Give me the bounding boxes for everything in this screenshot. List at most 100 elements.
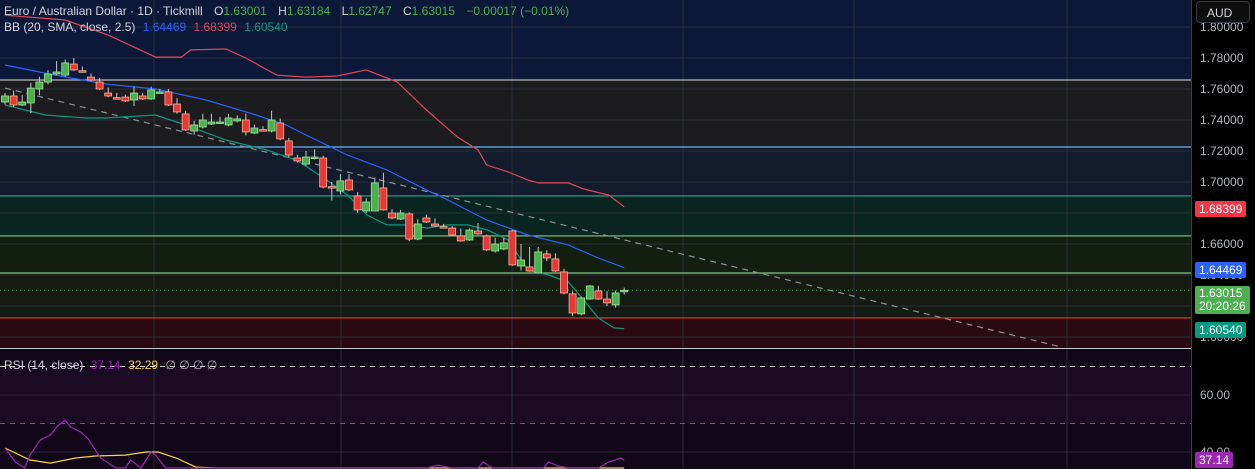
rsi-ma-value: 32.29 xyxy=(128,358,159,372)
candle-down xyxy=(448,227,457,236)
bb-legend[interactable]: BB (20, SMA, close, 2.5) 1.64469 1.68399… xyxy=(4,20,292,34)
candle-down xyxy=(345,179,353,191)
candle-up xyxy=(216,121,224,124)
price-zone xyxy=(0,317,1191,348)
candle-up xyxy=(620,289,629,293)
candle-down xyxy=(259,129,267,132)
rsi-badge: 37.14 xyxy=(1195,452,1234,468)
candle-down xyxy=(69,63,78,71)
candle-up xyxy=(267,119,276,132)
price-zone xyxy=(0,235,1191,273)
candle-down xyxy=(9,95,18,106)
bb-middle-value: 1.64469 xyxy=(142,20,187,34)
candle-down xyxy=(388,212,396,219)
rsi-label: RSI (14, close) xyxy=(4,358,84,372)
candle-down xyxy=(422,217,431,223)
candle-down xyxy=(594,290,603,300)
rsi-value: 37.14 xyxy=(90,358,121,372)
high-value: 1.63184 xyxy=(286,4,331,18)
symbol-title[interactable]: Euro / Australian Dollar · 1D · Tickmill xyxy=(4,4,203,18)
candle-up xyxy=(336,180,345,192)
candle-up xyxy=(250,127,259,134)
open-value: 1.63001 xyxy=(223,4,267,18)
pane-separator[interactable] xyxy=(0,348,1255,349)
rsi-legend[interactable]: RSI (14, close) 37.14 32.29 ∅ ∅ ∅ ∅ xyxy=(4,358,221,372)
candle-up xyxy=(577,297,586,315)
c-label: C xyxy=(402,4,412,18)
candle-down xyxy=(474,230,482,235)
candle-up xyxy=(413,223,422,240)
candle-up xyxy=(362,201,371,212)
candle-up xyxy=(499,242,508,250)
candle-down xyxy=(353,195,362,211)
price-zone xyxy=(0,80,1191,147)
candle-down xyxy=(525,266,534,272)
currency-button[interactable]: AUD xyxy=(1196,1,1250,23)
bb-middle-badge: 1.64469 xyxy=(1195,262,1247,278)
candle-down xyxy=(327,186,336,189)
candle-up xyxy=(465,229,474,241)
candle-down xyxy=(95,81,104,90)
candle-down xyxy=(508,230,517,266)
rsi-extra-values: ∅ ∅ ∅ ∅ xyxy=(165,358,218,372)
symbol-legend: Euro / Australian Dollar · 1D · Tickmill… xyxy=(4,4,573,18)
low-value: 1.62747 xyxy=(348,4,392,18)
candle-up xyxy=(44,73,52,83)
ohlc-close: C1.63015 xyxy=(403,4,459,18)
price-axis-label: 1.74000 xyxy=(1200,113,1244,127)
candle-up xyxy=(585,285,594,300)
candle-down xyxy=(241,119,250,133)
candle-up xyxy=(61,62,70,76)
candle-down xyxy=(181,113,190,131)
candle-up xyxy=(1,95,9,103)
candle-up xyxy=(130,92,138,101)
candle-down xyxy=(560,271,568,294)
candle-up xyxy=(233,118,242,122)
candle-up xyxy=(207,121,216,125)
candle-down xyxy=(276,122,285,140)
bar-countdown: 20:20:26 xyxy=(1199,299,1246,313)
bb-upper-value: 1.68399 xyxy=(193,20,237,34)
candle-down xyxy=(138,95,147,100)
candle-up xyxy=(35,81,44,90)
candle-down xyxy=(104,92,113,97)
candle-up xyxy=(302,156,310,165)
chart-canvas[interactable] xyxy=(0,0,1191,469)
change-value: −0.00017 (−0.01%) xyxy=(466,4,570,18)
candle-down xyxy=(431,223,439,227)
candle-up xyxy=(52,71,61,75)
candle-up xyxy=(517,259,525,267)
bb-label: BB (20, SMA, close, 2.5) xyxy=(4,20,136,34)
ohlc-high: H1.63184 xyxy=(278,4,334,18)
candle-down xyxy=(405,213,414,240)
candle-down xyxy=(603,298,611,304)
candle-up xyxy=(611,292,620,306)
candle-down xyxy=(173,103,181,113)
candle-up xyxy=(198,119,207,128)
price-zone xyxy=(0,146,1191,196)
bb-lower-badge: 1.60540 xyxy=(1195,322,1247,338)
price-zone xyxy=(0,195,1191,236)
candle-down xyxy=(164,91,173,106)
candle-down xyxy=(542,253,551,259)
price-axis[interactable]: 1.80000 1.78000 1.76000 1.74000 1.72000 1.700… xyxy=(1191,0,1255,469)
candle-up xyxy=(491,243,500,252)
candle-down xyxy=(293,157,302,162)
candle-down xyxy=(456,235,465,242)
candle-up xyxy=(370,182,379,212)
candle-up xyxy=(396,212,405,220)
candle-down xyxy=(551,258,560,272)
candle-down xyxy=(112,97,121,100)
bb-lower-value: 1.60540 xyxy=(244,20,288,34)
price-axis-label: 1.76000 xyxy=(1200,82,1244,96)
candle-down xyxy=(78,70,87,73)
h-label: H xyxy=(278,4,287,18)
candle-up xyxy=(310,156,319,159)
zone-backgrounds xyxy=(0,0,1191,469)
candle-up xyxy=(534,251,543,274)
candle-down xyxy=(121,96,130,102)
price-axis-label: 1.78000 xyxy=(1200,51,1244,65)
candle-down xyxy=(87,76,95,81)
price-axis-label: 1.72000 xyxy=(1200,144,1244,158)
candle-down xyxy=(319,157,328,188)
